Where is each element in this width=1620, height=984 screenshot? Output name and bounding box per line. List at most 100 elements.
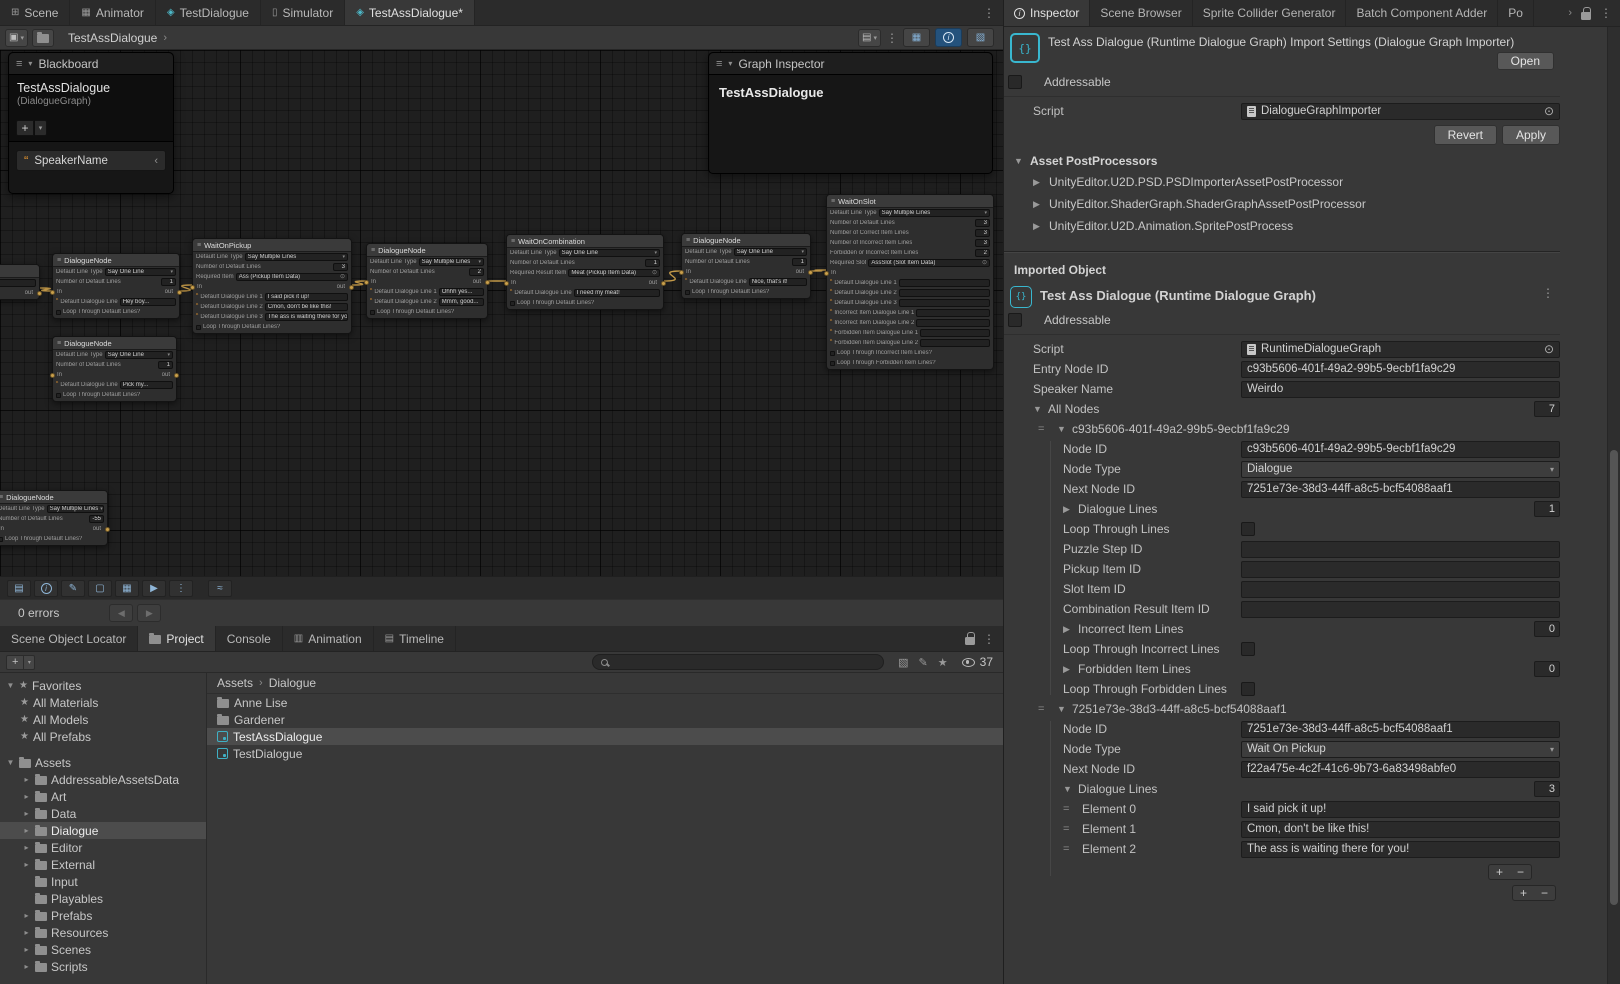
output-port[interactable]	[808, 270, 813, 275]
node-dropdown[interactable]: ▾	[0, 279, 36, 287]
graph-inspector-header[interactable]: ≡ ▾ Graph Inspector	[709, 53, 992, 75]
forbidden-item-lines-foldout[interactable]: ▶ Forbidden Item Lines 0	[1004, 659, 1560, 679]
footer-play-button[interactable]: ▶	[142, 580, 166, 597]
tree-item-resources[interactable]: ▸ Resources	[0, 924, 206, 941]
remove-node-button[interactable]: −	[1534, 886, 1555, 900]
foldout-arrow-icon[interactable]: ▸	[22, 911, 31, 920]
next-node-id-field[interactable]: 7251e73e-38d3-44ff-a8c5-bcf54088aaf1	[1241, 481, 1560, 498]
tree-favorites-root[interactable]: ▼ ★ Favorites	[0, 677, 206, 694]
graph-node-dialoguenode[interactable]: ≡DialogueNodeDefault Line TypeSay Multip…	[0, 490, 108, 546]
node-titlebar[interactable]: ≡rtNode	[0, 265, 39, 278]
speaker-name-field[interactable]: Weirdo	[1241, 381, 1560, 398]
graph-node-waitonslot[interactable]: ≡WaitOnSlotDefault Line TypeSay Multiple…	[826, 194, 994, 370]
combination-result-item-id-field[interactable]	[1241, 601, 1560, 618]
tree-item-all-prefabs[interactable]: ★ All Prefabs	[0, 728, 206, 745]
tree-item-playables[interactable]: Playables	[0, 890, 206, 907]
object-picker-icon[interactable]: ⊙	[1544, 104, 1554, 118]
object-picker-icon[interactable]: ⊙	[340, 274, 345, 281]
node-dropdown[interactable]: Say Multiple Lines▾	[879, 209, 990, 217]
node-dropdown[interactable]: Say Multiple Lines▾	[47, 505, 104, 513]
node-titlebar[interactable]: ≡DialogueNode	[0, 491, 107, 504]
node-text-field[interactable]	[916, 319, 990, 327]
postprocessors-foldout[interactable]: ▼ Asset PostProcessors	[1004, 151, 1560, 171]
node-number-field[interactable]: 3	[975, 229, 990, 237]
breadcrumb-item-assets[interactable]: Assets	[217, 676, 253, 690]
element-0-field[interactable]: I said pick it up!	[1241, 801, 1560, 818]
graph-inspector-panel[interactable]: ≡ ▾ Graph Inspector TestAssDialogue	[708, 52, 993, 174]
node-checkbox[interactable]	[830, 361, 835, 366]
input-port[interactable]	[824, 271, 829, 276]
loop-through-lines-checkbox[interactable]	[1241, 522, 1255, 536]
node-group-header[interactable]: = ▼ c93b5606-401f-49a2-99b5-9ecbf1fa9c29	[1004, 419, 1560, 439]
node-text-field[interactable]	[899, 279, 990, 287]
graph-breadcrumb[interactable]: TestAssDialogue ›	[68, 31, 167, 45]
foldout-arrow-icon[interactable]: ▶	[1033, 177, 1043, 188]
breadcrumb-item-dialogue[interactable]: Dialogue	[269, 676, 316, 690]
save-search-star-icon[interactable]: ★	[938, 656, 948, 669]
node-text-field[interactable]: Cmon, don't be like this!	[265, 303, 348, 311]
tab-scene-object-locator[interactable]: Scene Object Locator	[0, 626, 138, 651]
tree-item-all-materials[interactable]: ★ All Materials	[0, 694, 206, 711]
foldout-arrow-icon[interactable]: ▸	[22, 792, 31, 801]
foldout-arrow-icon[interactable]: ▼	[6, 681, 15, 690]
tab-sprite-collider-generator[interactable]: Sprite Collider Generator	[1193, 0, 1347, 26]
open-asset-button[interactable]	[32, 29, 54, 47]
tree-item-input[interactable]: Input	[0, 873, 206, 890]
footer-tools-button[interactable]: ✎	[61, 580, 85, 597]
blackboard-header[interactable]: ≡ ▾ Blackboard	[9, 53, 173, 75]
node-number-field[interactable]: 1	[645, 259, 660, 267]
add-property-dropdown[interactable]: ▾	[35, 120, 47, 136]
element-1-field[interactable]: Cmon, don't be like this!	[1241, 821, 1560, 838]
toggle-blackboard-button[interactable]: ▧	[967, 28, 994, 47]
object-picker-icon[interactable]: ⊙	[652, 270, 657, 277]
footer-more-button[interactable]: ⋮	[169, 580, 193, 597]
node-number-field[interactable]: 3	[975, 239, 990, 247]
node-titlebar[interactable]: ≡WaitOnSlot	[827, 195, 993, 208]
tree-item-prefabs[interactable]: ▸ Prefabs	[0, 907, 206, 924]
tree-item-external[interactable]: ▸ External	[0, 856, 206, 873]
project-search[interactable]	[592, 654, 884, 670]
output-port[interactable]	[349, 285, 354, 290]
pane-menu-icon[interactable]: ⋮	[1600, 6, 1612, 20]
drag-handle-icon[interactable]: =	[1063, 843, 1077, 855]
tab-timeline[interactable]: ▤ Timeline	[374, 626, 456, 651]
toggle-inspector-button[interactable]: i	[935, 28, 962, 47]
element-2-field[interactable]: The ass is waiting there for you!	[1241, 841, 1560, 858]
view-options-button[interactable]: ▤ ▾	[858, 29, 881, 47]
node-text-field[interactable]	[920, 329, 990, 337]
breadcrumb-item[interactable]: TestAssDialogue	[68, 31, 157, 45]
node-text-field[interactable]: I need my meat!	[574, 289, 660, 297]
script-object-field[interactable]: DialogueGraphImporter ⊙	[1241, 103, 1560, 120]
addressable-checkbox[interactable]	[1008, 75, 1022, 89]
node-number-field[interactable]: 1	[158, 361, 173, 369]
node-type-dropdown[interactable]: Dialogue ▾	[1241, 461, 1560, 478]
node-object-field[interactable]: Ass (Pickup Item Data)⊙	[236, 273, 348, 281]
next-error-button[interactable]: ▶	[137, 604, 161, 622]
graph-node-rtnode[interactable]: ≡rtNode▾out	[0, 264, 40, 300]
create-dropdown[interactable]: ▾	[24, 655, 35, 670]
node-number-field[interactable]: 1	[792, 258, 807, 266]
graph-node-dialoguenode[interactable]: ≡DialogueNodeDefault Line TypeSay One Li…	[681, 233, 811, 299]
foldout-arrow-icon[interactable]: ▸	[22, 843, 31, 852]
input-port[interactable]	[50, 373, 55, 378]
graph-node-waitonpickup[interactable]: ≡WaitOnPickupDefault Line TypeSay Multip…	[192, 238, 352, 334]
node-dropdown[interactable]: Say One Line▾	[105, 351, 173, 359]
node-text-field[interactable]: Ohhh yes...	[439, 288, 484, 296]
lock-icon[interactable]	[965, 637, 975, 645]
node-object-field[interactable]: AssSlot (Slot Item Data)⊙	[868, 259, 990, 267]
node-titlebar[interactable]: ≡WaitOnPickup	[193, 239, 351, 252]
node-dropdown[interactable]: Say Multiple Lines▾	[245, 253, 348, 261]
incorrect-item-lines-count-field[interactable]: 0	[1534, 621, 1560, 637]
tab-console[interactable]: Console	[216, 626, 283, 651]
node-id-field[interactable]: c93b5606-401f-49a2-99b5-9ecbf1fa9c29	[1241, 441, 1560, 458]
pickup-item-id-field[interactable]	[1241, 561, 1560, 578]
scrollbar-thumb[interactable]	[1610, 450, 1618, 905]
list-item-testassdialogue[interactable]: TestAssDialogue	[207, 728, 1003, 745]
postprocessor-item[interactable]: ▶ UnityEditor.ShaderGraph.ShaderGraphAss…	[1004, 193, 1560, 215]
node-text-field[interactable]	[916, 309, 990, 317]
object-picker-icon[interactable]: ⊙	[1544, 342, 1554, 356]
footer-window-button[interactable]: ▢	[88, 580, 112, 597]
chevron-down-icon[interactable]: ▾	[728, 59, 732, 68]
remove-element-button[interactable]: −	[1510, 865, 1531, 879]
tab-project[interactable]: Project	[138, 626, 215, 651]
